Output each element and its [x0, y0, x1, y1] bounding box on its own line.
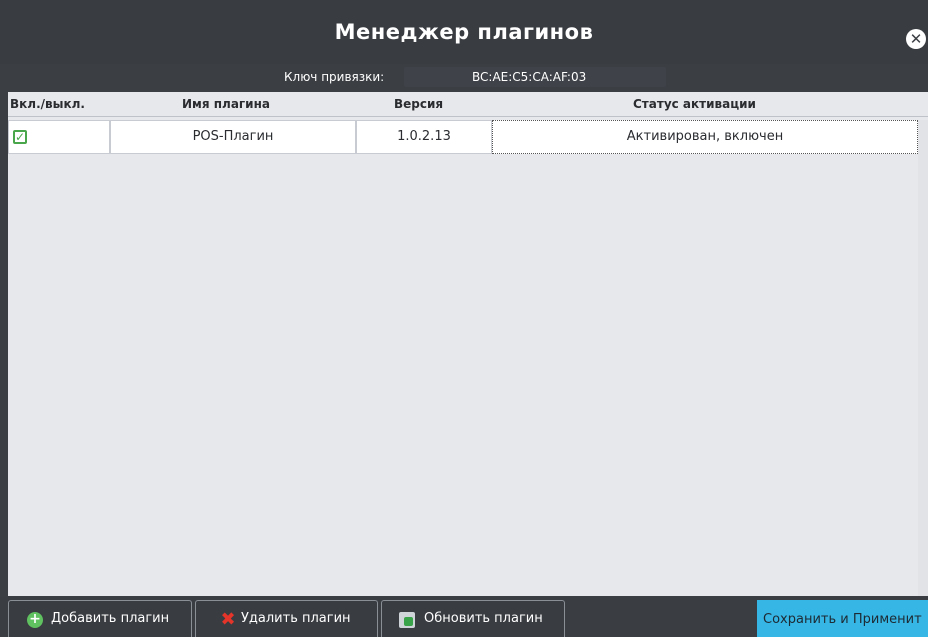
binding-key-value: BC:AE:C5:CA:AF:03: [472, 70, 587, 84]
table-header: Вкл./выкл. Имя плагина Версия Статус акт…: [8, 92, 928, 117]
refresh-icon: [399, 612, 415, 628]
delete-plugin-label: Удалить плагин: [241, 611, 351, 626]
title-bar: Менеджер плагинов ✕: [0, 0, 928, 64]
plugin-manager-dialog: Менеджер плагинов ✕ Ключ привязки: BC:AE…: [0, 0, 928, 637]
enabled-cell: ✓: [8, 120, 110, 154]
add-plugin-button[interactable]: + Добавить плагин: [8, 600, 192, 637]
add-plugin-label: Добавить плагин: [51, 611, 170, 626]
delete-plugin-button[interactable]: ✖ Удалить плагин: [195, 600, 378, 637]
close-icon[interactable]: ✕: [906, 29, 926, 49]
x-icon: ✖: [220, 609, 236, 630]
update-plugin-label: Обновить плагин: [424, 611, 543, 626]
column-header-activation-status[interactable]: Статус активации: [633, 97, 756, 111]
version-cell: 1.0.2.13: [356, 120, 492, 154]
enabled-checkbox[interactable]: ✓: [13, 130, 27, 144]
column-header-plugin-name[interactable]: Имя плагина: [182, 97, 270, 111]
plugin-name-cell: POS-Плагин: [110, 120, 356, 154]
column-header-enabled[interactable]: Вкл./выкл.: [10, 97, 85, 111]
binding-key-label: Ключ привязки:: [284, 70, 385, 84]
table-row[interactable]: ✓ POS-Плагин 1.0.2.13 Активирован, включ…: [8, 120, 918, 154]
bottom-toolbar: + Добавить плагин ✖ Удалить плагин Обнов…: [0, 597, 928, 637]
binding-key-row: Ключ привязки: BC:AE:C5:CA:AF:03: [0, 64, 928, 91]
binding-key-field: BC:AE:C5:CA:AF:03: [404, 67, 666, 87]
plus-circle-icon: +: [27, 612, 43, 628]
activation-status-cell: Активирован, включен: [492, 120, 918, 154]
column-header-version[interactable]: Версия: [394, 97, 443, 111]
dialog-title: Менеджер плагинов: [334, 20, 594, 44]
plugins-table: Вкл./выкл. Имя плагина Версия Статус акт…: [8, 92, 928, 596]
update-plugin-button[interactable]: Обновить плагин: [381, 600, 565, 637]
save-apply-button[interactable]: Сохранить и Применит: [757, 600, 928, 637]
vertical-scrollbar[interactable]: [918, 120, 928, 596]
